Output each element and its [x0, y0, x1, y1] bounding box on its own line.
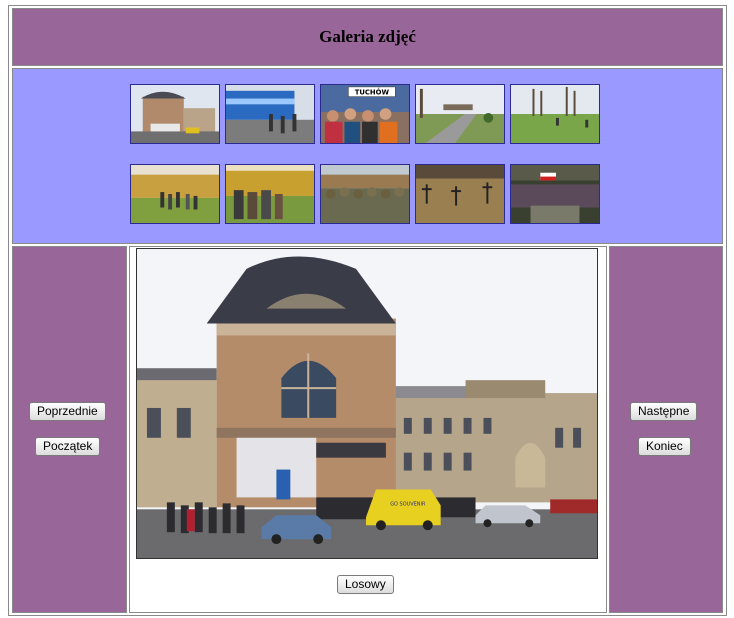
next-button[interactable]: Następne: [630, 402, 698, 421]
gallery-frame: Galeria zdjęć TUCHÓW Poprzednie Początek…: [8, 5, 727, 616]
thumbnail-4[interactable]: [415, 84, 505, 144]
previous-button[interactable]: Poprzednie: [29, 402, 106, 421]
thumbnail-3[interactable]: TUCHÓW: [320, 84, 410, 144]
thumbnail-strip: TUCHÓW: [12, 68, 723, 244]
page-title: Galeria zdjęć: [319, 27, 416, 46]
end-button[interactable]: Koniec: [638, 437, 691, 456]
left-nav-panel: Poprzednie Początek: [12, 246, 127, 613]
header-bar: Galeria zdjęć: [12, 8, 723, 66]
main-photo[interactable]: GO SOUVENIR: [136, 248, 598, 559]
thumbnail-6[interactable]: [130, 164, 220, 224]
thumbnail-5[interactable]: [510, 84, 600, 144]
thumbnail-10[interactable]: [510, 164, 600, 224]
random-button[interactable]: Losowy: [337, 575, 394, 594]
thumbnail-2[interactable]: [225, 84, 315, 144]
start-button[interactable]: Początek: [35, 437, 101, 456]
thumbnail-1[interactable]: [130, 84, 220, 144]
thumbnail-9[interactable]: [415, 164, 505, 224]
thumbnail-7[interactable]: [225, 164, 315, 224]
tuchow-sign-text: TUCHÓW: [355, 88, 390, 97]
right-nav-panel: Następne Koniec: [609, 246, 723, 613]
thumbnail-8[interactable]: [320, 164, 410, 224]
van-text: GO SOUVENIR: [390, 501, 426, 507]
